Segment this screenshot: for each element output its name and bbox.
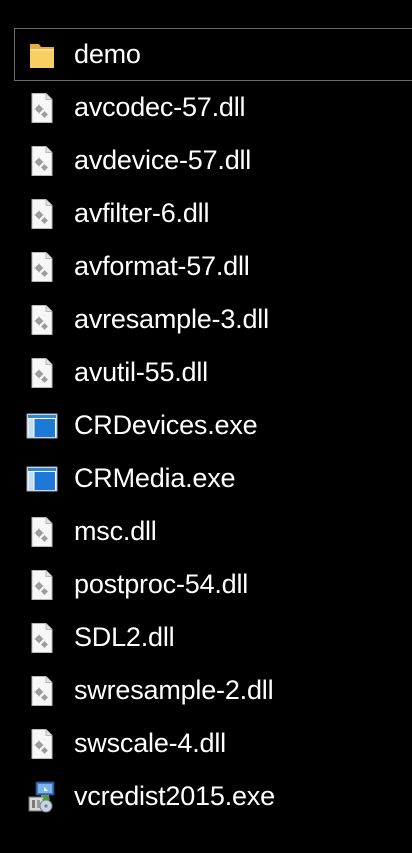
file-item[interactable]: postproc-54.dll bbox=[14, 558, 412, 611]
file-name-label: demo bbox=[74, 38, 141, 69]
exe-app-icon bbox=[26, 410, 58, 442]
dll-file-icon bbox=[26, 569, 58, 601]
file-item[interactable]: avutil-55.dll bbox=[14, 346, 412, 399]
file-item[interactable]: avresample-3.dll bbox=[14, 293, 412, 346]
file-name-label: swresample-2.dll bbox=[74, 674, 274, 705]
dll-file-icon bbox=[26, 516, 58, 548]
file-name-label: avutil-55.dll bbox=[74, 356, 208, 387]
file-name-label: CRDevices.exe bbox=[74, 409, 258, 440]
file-name-label: msc.dll bbox=[74, 515, 157, 546]
dll-file-icon bbox=[26, 92, 58, 124]
exe-app-icon bbox=[26, 463, 58, 495]
file-name-label: avdevice-57.dll bbox=[74, 144, 252, 175]
file-name-label: vcredist2015.exe bbox=[74, 780, 275, 811]
dll-file-icon bbox=[26, 622, 58, 654]
file-item[interactable]: SDL2.dll bbox=[14, 611, 412, 664]
dll-file-icon bbox=[26, 198, 58, 230]
file-list: demo avcodec-57.dll avdevice-57.dll avfi… bbox=[14, 28, 412, 823]
file-item[interactable]: avformat-57.dll bbox=[14, 240, 412, 293]
dll-file-icon bbox=[26, 357, 58, 389]
file-name-label: avfilter-6.dll bbox=[74, 197, 210, 228]
installer-icon bbox=[26, 781, 58, 813]
file-name-label: CRMedia.exe bbox=[74, 462, 236, 493]
dll-file-icon bbox=[26, 304, 58, 336]
file-name-label: SDL2.dll bbox=[74, 621, 175, 652]
file-item[interactable]: swresample-2.dll bbox=[14, 664, 412, 717]
file-item[interactable]: CRDevices.exe bbox=[14, 399, 412, 452]
file-item[interactable]: avcodec-57.dll bbox=[14, 81, 412, 134]
file-item[interactable]: vcredist2015.exe bbox=[14, 770, 412, 823]
file-item[interactable]: CRMedia.exe bbox=[14, 452, 412, 505]
file-item[interactable]: avfilter-6.dll bbox=[14, 187, 412, 240]
dll-file-icon bbox=[26, 251, 58, 283]
folder-icon bbox=[26, 39, 58, 71]
file-name-label: swscale-4.dll bbox=[74, 727, 226, 758]
file-name-label: avformat-57.dll bbox=[74, 250, 250, 281]
file-item[interactable]: swscale-4.dll bbox=[14, 717, 412, 770]
dll-file-icon bbox=[26, 675, 58, 707]
file-name-label: avresample-3.dll bbox=[74, 303, 269, 334]
file-item[interactable]: msc.dll bbox=[14, 505, 412, 558]
dll-file-icon bbox=[26, 728, 58, 760]
dll-file-icon bbox=[26, 145, 58, 177]
file-item[interactable]: avdevice-57.dll bbox=[14, 134, 412, 187]
file-name-label: avcodec-57.dll bbox=[74, 91, 246, 122]
folder-item[interactable]: demo bbox=[14, 28, 412, 81]
file-name-label: postproc-54.dll bbox=[74, 568, 249, 599]
